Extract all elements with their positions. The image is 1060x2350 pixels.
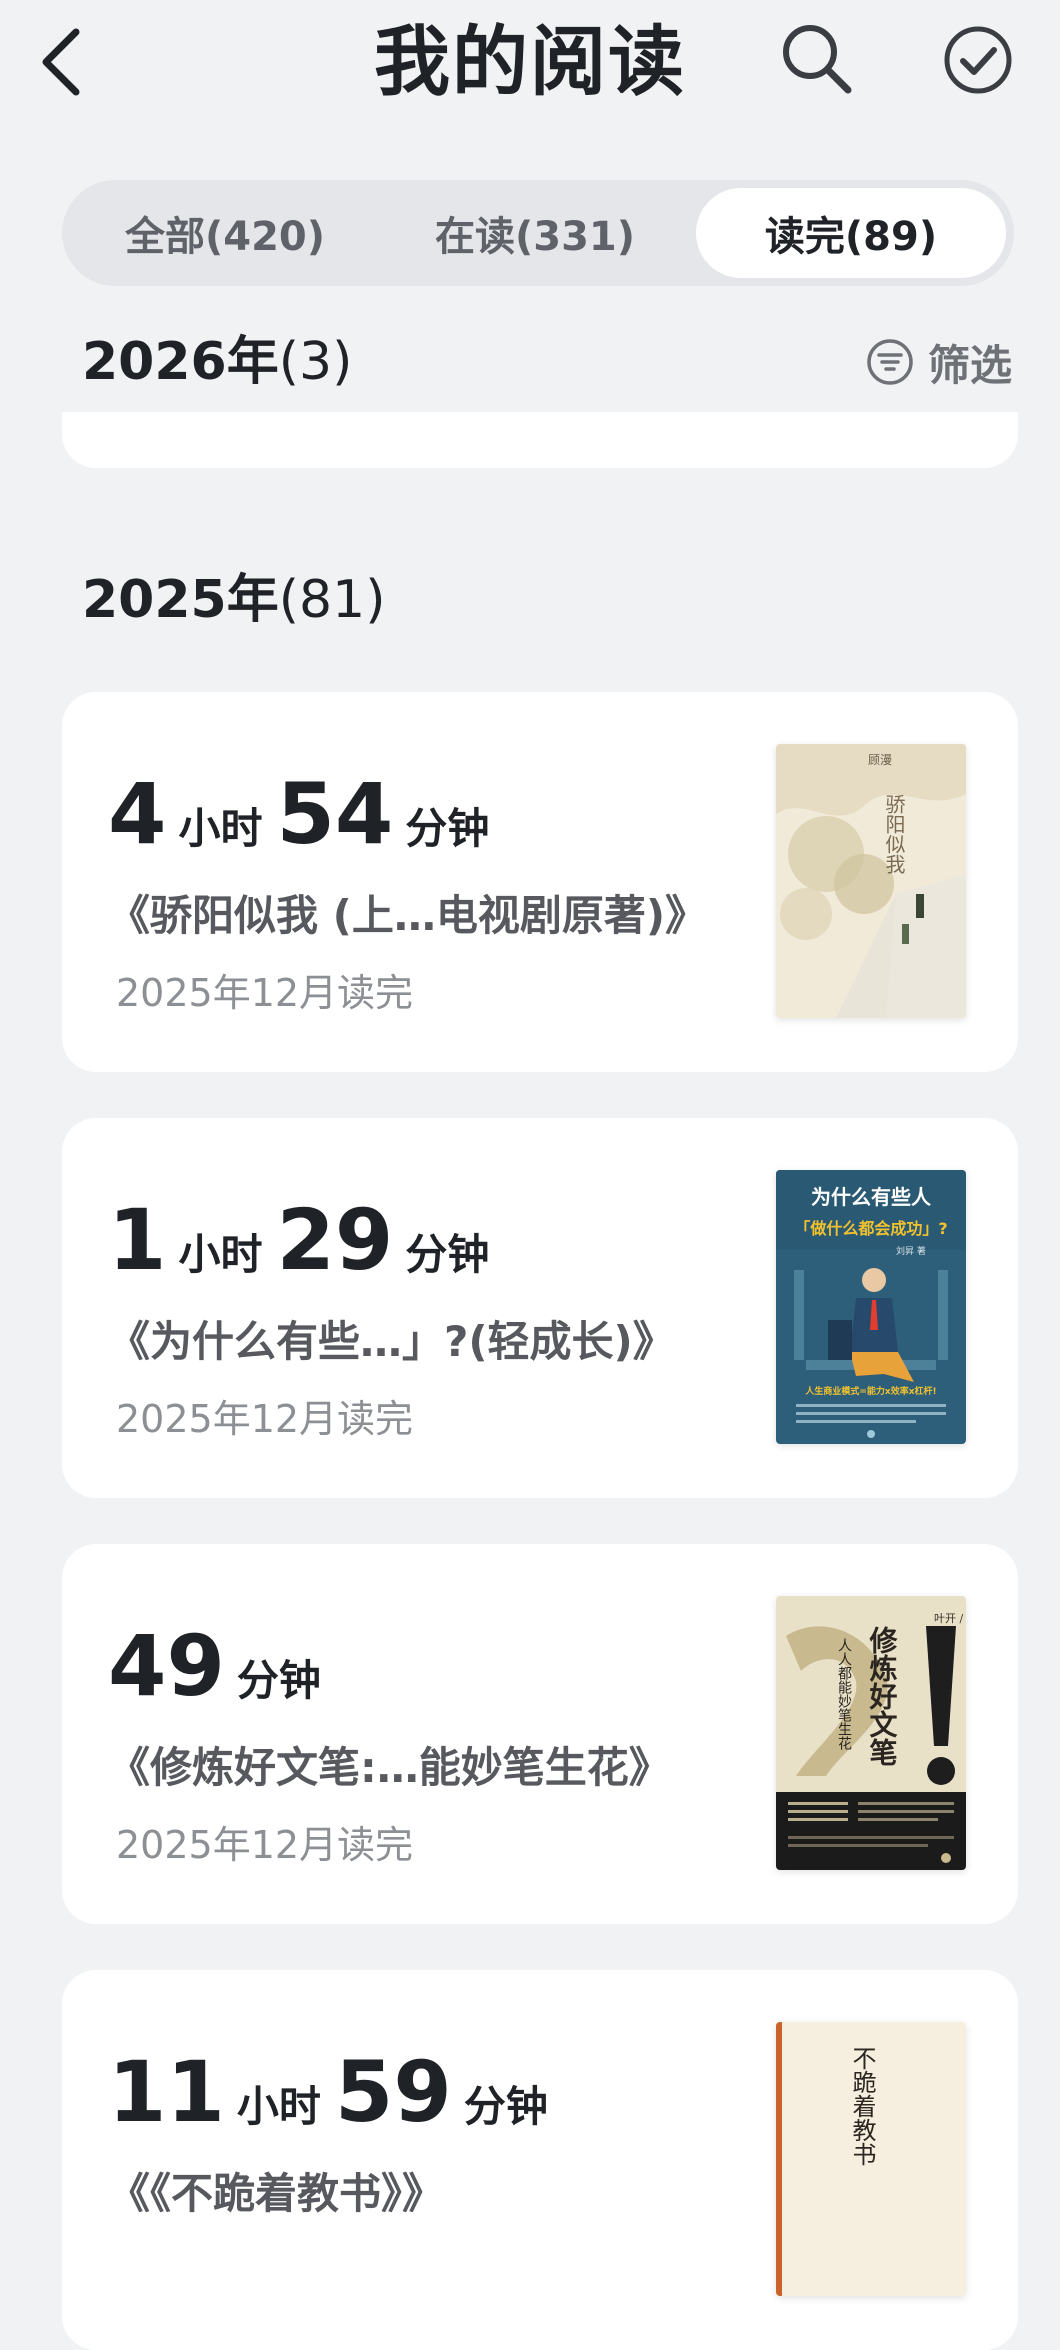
status-tabs: 全部(420) 在读(331) 读完(89) (62, 180, 1014, 286)
reading-duration: 11 小时 59 分钟 (108, 2042, 562, 2142)
finish-date: 2025年12月读完 (116, 1823, 414, 1867)
tab-reading[interactable]: 在读(331) (380, 188, 690, 278)
duration-minutes: 49 (108, 1617, 225, 1715)
year-label: 2025年 (82, 570, 279, 630)
reading-duration: 1 小时 29 分钟 (108, 1190, 503, 1290)
book-cover-art: 叶开 / 著 修炼好文笔 人人都能妙笔生花 (776, 1596, 966, 1870)
reading-duration: 4 小时 54 分钟 (108, 764, 503, 864)
book-title: 《骄阳似我 (上…电视剧原著)》 (108, 891, 708, 940)
tab-all[interactable]: 全部(420) (70, 188, 380, 278)
book-title: 《为什么有些…」?(轻成长)》 (108, 1317, 675, 1366)
duration-hours: 1 (108, 1191, 167, 1289)
cover-title: 骄阳似我 (882, 794, 906, 874)
book-cover-art: 顾漫 骄阳似我 (776, 744, 966, 1018)
cover-author: 刘昇 著 (896, 1245, 926, 1257)
duration-minutes-unit: 分钟 (236, 1656, 321, 1705)
search-button[interactable] (778, 20, 854, 96)
search-icon (783, 25, 852, 94)
duration-minutes-unit: 分钟 (463, 2082, 548, 2131)
book-card[interactable]: 1 小时 29 分钟 《为什么有些…」?(轻成长)》 2025年12月读完 为什… (62, 1118, 1018, 1498)
duration-minutes: 59 (334, 2043, 452, 2141)
book-card[interactable]: 49 分钟 《修炼好文笔:…能妙笔生花》 2025年12月读完 叶开 / 著 修… (62, 1544, 1018, 1924)
duration-minutes: 54 (276, 765, 394, 863)
book-cover[interactable]: 叶开 / 著 修炼好文笔 人人都能妙笔生花 (776, 1596, 966, 1870)
duration-hours: 11 (108, 2043, 225, 2141)
book-title: 《《不跪着教书》》 (108, 2169, 445, 2218)
year-heading-2025[interactable]: 2025年(81) (82, 568, 385, 632)
cover-title: 修炼好文笔 (866, 1626, 899, 1766)
finish-date: 2025年12月读完 (116, 1397, 414, 1441)
duration-minutes: 29 (276, 1191, 394, 1289)
duration-minutes-unit: 分钟 (405, 1230, 490, 1279)
header: 我的阅读 (0, 0, 1060, 130)
year-heading-2026[interactable]: 2026年(3) (82, 330, 352, 394)
duration-minutes-unit: 分钟 (405, 804, 490, 853)
duration-hours-unit: 小时 (178, 804, 263, 853)
year-label: 2026年 (82, 332, 279, 392)
cover-title-line2: 「做什么都会成功」? (794, 1219, 947, 1238)
book-cover[interactable]: 顾漫 骄阳似我 (776, 744, 966, 1018)
reading-duration: 49 分钟 (108, 1616, 335, 1716)
filter-button[interactable]: 筛选 (866, 330, 1012, 394)
page-title: 我的阅读 (374, 17, 686, 106)
cover-subtitle: 人人都能妙笔生花 (836, 1638, 852, 1751)
duration-hours-unit: 小时 (178, 1230, 263, 1279)
book-cover[interactable]: 不跪着教书 (776, 2022, 966, 2296)
finish-date: 2025年12月读完 (116, 971, 414, 1015)
cover-author: 顾漫 (868, 753, 892, 767)
filter-icon (867, 339, 913, 385)
duration-hours: 4 (108, 765, 167, 863)
book-cover-art: 为什么有些人 「做什么都会成功」? 刘昇 著 人生商业模式=能力x效率x杠杆! (776, 1170, 966, 1444)
cover-author: 叶开 / 著 (934, 1611, 966, 1625)
filter-label: 筛选 (928, 340, 1013, 390)
check-circle-icon (944, 26, 1012, 94)
cover-title: 不跪着教书 (848, 2046, 876, 2166)
book-title: 《修炼好文笔:…能妙笔生花》 (108, 1743, 671, 1792)
year-count: (81) (278, 570, 386, 630)
book-card[interactable]: 4 小时 54 分钟 《骄阳似我 (上…电视剧原著)》 2025年12月读完 顾… (62, 692, 1018, 1072)
book-card[interactable]: 11 小时 59 分钟 《《不跪着教书》》 不跪着教书 (62, 1970, 1018, 2350)
tab-finished[interactable]: 读完(89) (696, 188, 1006, 278)
cover-tagline: 人生商业模式=能力x效率x杠杆! (804, 1385, 936, 1397)
cover-title-line1: 为什么有些人 (811, 1185, 932, 1209)
book-cover-art: 不跪着教书 (776, 2022, 966, 2296)
select-mode-button[interactable] (942, 24, 1014, 96)
year-count: (3) (278, 332, 353, 392)
book-cover[interactable]: 为什么有些人 「做什么都会成功」? 刘昇 著 人生商业模式=能力x效率x杠杆! (776, 1170, 966, 1444)
duration-hours-unit: 小时 (236, 2082, 321, 2131)
section-2026-card-bottom (62, 412, 1018, 468)
